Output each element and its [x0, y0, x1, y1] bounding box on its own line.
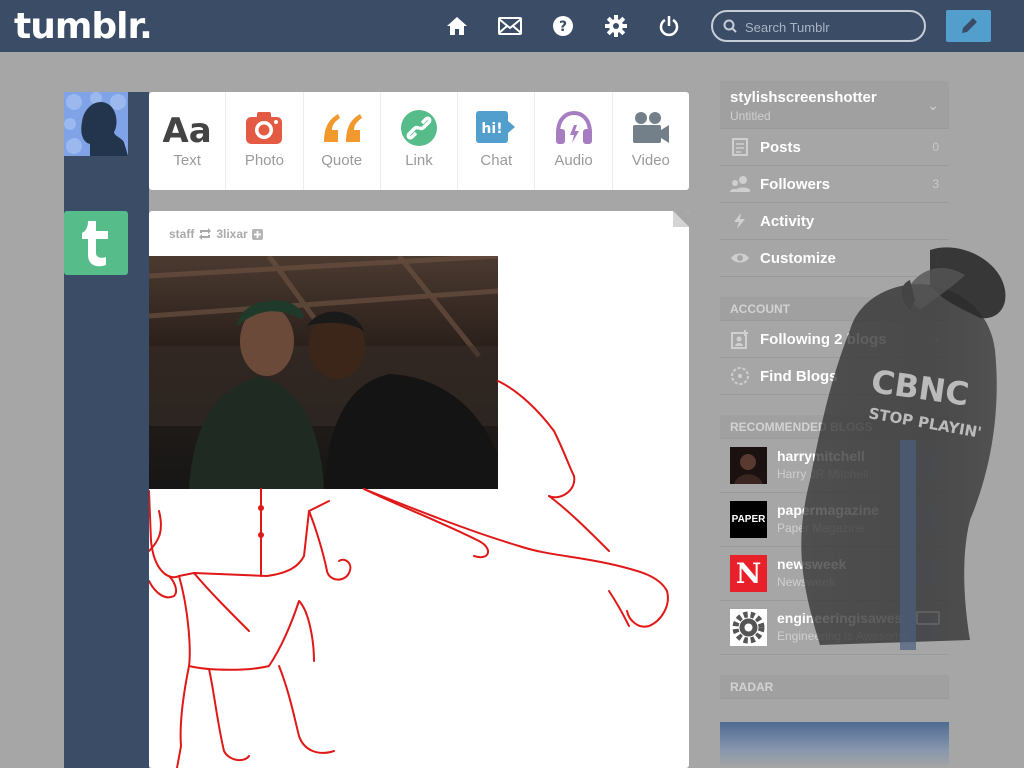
blog-avatar[interactable]: N: [730, 555, 767, 592]
sidebar-item-label: Customize: [760, 249, 836, 267]
post-type-label: Quote: [321, 152, 363, 169]
sidebar-item-label: Posts: [760, 138, 801, 156]
video-camera-icon: [631, 108, 671, 148]
post-type-label: Audio: [554, 152, 593, 169]
sidebar-item-label: Following 2 blogs: [760, 330, 887, 348]
post-type-label: Video: [631, 152, 670, 169]
post-type-video[interactable]: Video: [613, 92, 689, 190]
blog-name[interactable]: harrymitchell: [777, 448, 865, 464]
post-type-bar: Aa Text Photo Quote Link hi! Chat Audio: [149, 92, 689, 190]
post-type-label: Link: [405, 152, 433, 169]
user-avatar[interactable]: [64, 92, 128, 156]
sidebar-recommended-section: RECOMMENDED BLOGS harrymitchell Harry JR…: [720, 415, 949, 655]
search-box[interactable]: [711, 10, 926, 42]
post-type-chat[interactable]: hi! Chat: [458, 92, 536, 190]
post-type-quote[interactable]: Quote: [304, 92, 381, 190]
post-type-text[interactable]: Aa Text: [149, 92, 227, 190]
sidebar-item-activity[interactable]: Activity: [720, 203, 949, 240]
chevron-right-icon: ›: [934, 250, 939, 266]
chevron-right-icon: ›: [934, 331, 939, 347]
activity-icon: [734, 213, 745, 229]
compass-icon: [731, 367, 749, 385]
headphones-icon: [554, 108, 594, 148]
blog-title: Untitled: [730, 109, 771, 123]
blog-description: Paper Magazine: [777, 521, 865, 535]
post-type-link[interactable]: Link: [381, 92, 459, 190]
followers-icon: [730, 176, 750, 192]
account-header: ACCOUNT: [720, 297, 949, 321]
sidebar-item-find-blogs[interactable]: Find Blogs ›: [720, 358, 949, 395]
follow-plus-icon[interactable]: [915, 615, 939, 639]
radar-image[interactable]: [720, 722, 949, 768]
recommended-blog-engineering[interactable]: engineeringisawes Engineering is Awesome: [720, 601, 949, 655]
search-input[interactable]: [745, 18, 915, 36]
sidebar-item-count: 0: [932, 140, 939, 154]
blog-avatar[interactable]: PAPER: [730, 501, 767, 538]
sidebar-item-label: Followers: [760, 175, 831, 193]
pencil-icon: [961, 18, 977, 33]
sidebar-item-followers[interactable]: Followers 3: [720, 166, 949, 203]
posts-icon: [732, 138, 748, 156]
blog-name: stylishscreenshotter: [730, 89, 877, 106]
recommended-blog-newsweek[interactable]: N newsweek Newsweek: [720, 547, 949, 601]
help-icon[interactable]: ?: [551, 14, 575, 38]
radar-header: RADAR: [720, 675, 949, 699]
recommended-blog-harrymitchell[interactable]: harrymitchell Harry JR Mitchell: [720, 439, 949, 493]
blog-description: Newsweek: [777, 575, 836, 589]
sidebar-item-label: Find Blogs: [760, 367, 838, 385]
sidebar-item-count: 3: [932, 177, 939, 191]
sidebar-item-label: Activity: [760, 212, 815, 230]
follow-plus-icon[interactable]: [915, 507, 939, 531]
search-icon: [723, 19, 737, 33]
compose-button[interactable]: [946, 10, 991, 42]
red-line-drawing: [149, 380, 669, 768]
recommended-header: RECOMMENDED BLOGS: [720, 415, 949, 439]
post-type-photo[interactable]: Photo: [226, 92, 304, 190]
dashboard-post: staff 3lixar: [149, 211, 689, 768]
svg-text:?: ?: [559, 19, 567, 35]
chat-icon: hi!: [475, 108, 517, 148]
logout-power-icon[interactable]: [657, 14, 681, 38]
eye-icon: [731, 253, 749, 263]
sidebar-blog-header[interactable]: stylishscreenshotter Untitled ⌄: [720, 81, 949, 129]
post-type-audio[interactable]: Audio: [535, 92, 613, 190]
camera-icon: [245, 108, 283, 148]
following-icon: [731, 330, 748, 349]
home-icon[interactable]: [445, 14, 469, 38]
recommended-blog-papermagazine[interactable]: PAPER papermagazine Paper Magazine: [720, 493, 949, 547]
post-type-label: Photo: [244, 152, 285, 169]
chevron-right-icon: ›: [934, 368, 939, 384]
svg-text:hi!: hi!: [482, 121, 503, 137]
chevron-down-icon[interactable]: ⌄: [927, 97, 939, 114]
blog-name[interactable]: papermagazine: [777, 502, 879, 518]
blog-avatar[interactable]: [730, 609, 767, 646]
dashboard-left-column: [64, 92, 149, 768]
link-icon: [400, 108, 438, 148]
follow-plus-icon[interactable]: [915, 561, 939, 585]
sidebar-item-following[interactable]: Following 2 blogs ›: [720, 321, 949, 358]
blog-description: Engineering is Awesome: [777, 629, 909, 643]
sidebar-item-posts[interactable]: Posts 0: [720, 129, 949, 166]
blog-name[interactable]: newsweek: [777, 556, 846, 572]
blog-name[interactable]: engineeringisawes: [777, 610, 902, 626]
post-type-label: Text: [173, 152, 201, 169]
blog-description: Harry JR Mitchell: [777, 467, 869, 481]
sidebar-radar-section: RADAR: [720, 675, 949, 699]
text-icon: Aa: [163, 108, 211, 148]
svg-text:Aa: Aa: [163, 111, 211, 146]
sidebar-account-section: ACCOUNT Following 2 blogs › Find Blogs ›: [720, 297, 949, 395]
mail-icon[interactable]: [498, 14, 522, 38]
sidebar-blog-section: stylishscreenshotter Untitled ⌄ Posts 0 …: [720, 81, 949, 277]
staff-avatar[interactable]: [64, 211, 128, 275]
follow-plus-icon[interactable]: [915, 453, 939, 477]
blog-avatar[interactable]: [730, 447, 767, 484]
tumblr-logo[interactable]: tumblr.: [14, 6, 153, 47]
quote-icon: [320, 108, 364, 148]
post-type-label: Chat: [480, 152, 513, 169]
sidebar-item-customize[interactable]: Customize ›: [720, 240, 949, 277]
top-header: tumblr. ?: [0, 0, 1024, 52]
settings-gear-icon[interactable]: [604, 14, 628, 38]
